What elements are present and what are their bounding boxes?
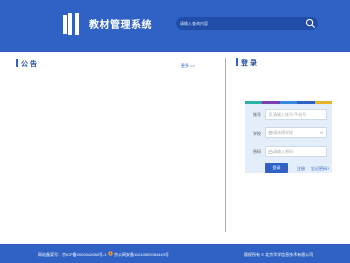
- forgot-password-link[interactable]: 忘记密码?: [311, 166, 329, 172]
- password-label: 密码: [253, 149, 261, 154]
- section-divider: [225, 58, 226, 232]
- stripe-segment: [262, 101, 280, 104]
- footer-bar: 网站备案号：京ICP备2020042080号-1 京公网安备1101050205…: [0, 244, 350, 263]
- stripe-segment: [280, 101, 297, 104]
- app-title: 教材管理系统: [89, 20, 152, 31]
- register-link[interactable]: 注册: [297, 166, 305, 172]
- search-icon[interactable]: [305, 18, 316, 29]
- stripe-segment: [245, 101, 262, 104]
- police-record[interactable]: 京公网安备11010502054443号: [114, 252, 169, 258]
- notice-title: 公 告: [21, 61, 37, 68]
- chevron-down-icon[interactable]: [319, 130, 324, 135]
- notice-title-marker: [16, 59, 18, 67]
- search-box[interactable]: [176, 17, 318, 30]
- password-field[interactable]: [265, 146, 327, 157]
- login-title-marker: [236, 58, 238, 66]
- school-select[interactable]: 请选择学校: [265, 127, 327, 138]
- stripe-segment: [315, 101, 332, 104]
- account-input[interactable]: [273, 110, 319, 119]
- account-label: 账号: [253, 112, 261, 117]
- icp-record[interactable]: 网站备案号：京ICP备2020042080号-1: [38, 252, 106, 258]
- copyright-text: 版权所有 © 北京华学信息技术有限公司: [244, 252, 314, 257]
- book-logo-icon: [63, 13, 79, 35]
- stripe-segment: [297, 101, 315, 104]
- login-title: 登 录: [241, 60, 257, 67]
- account-field[interactable]: [265, 109, 327, 120]
- login-panel: 账号 学校 请选择学校 密码 登录 注册 忘记密码?: [245, 101, 332, 173]
- school-placeholder: 请选择学校: [273, 130, 293, 135]
- notice-more-link[interactable]: 更多 >>: [181, 63, 195, 69]
- header-bar: 教材管理系统: [0, 0, 350, 52]
- search-input[interactable]: [180, 17, 298, 30]
- police-badge-icon: [108, 251, 113, 256]
- login-button[interactable]: 登录: [265, 163, 288, 173]
- school-label: 学校: [253, 131, 261, 136]
- password-input[interactable]: [273, 147, 319, 156]
